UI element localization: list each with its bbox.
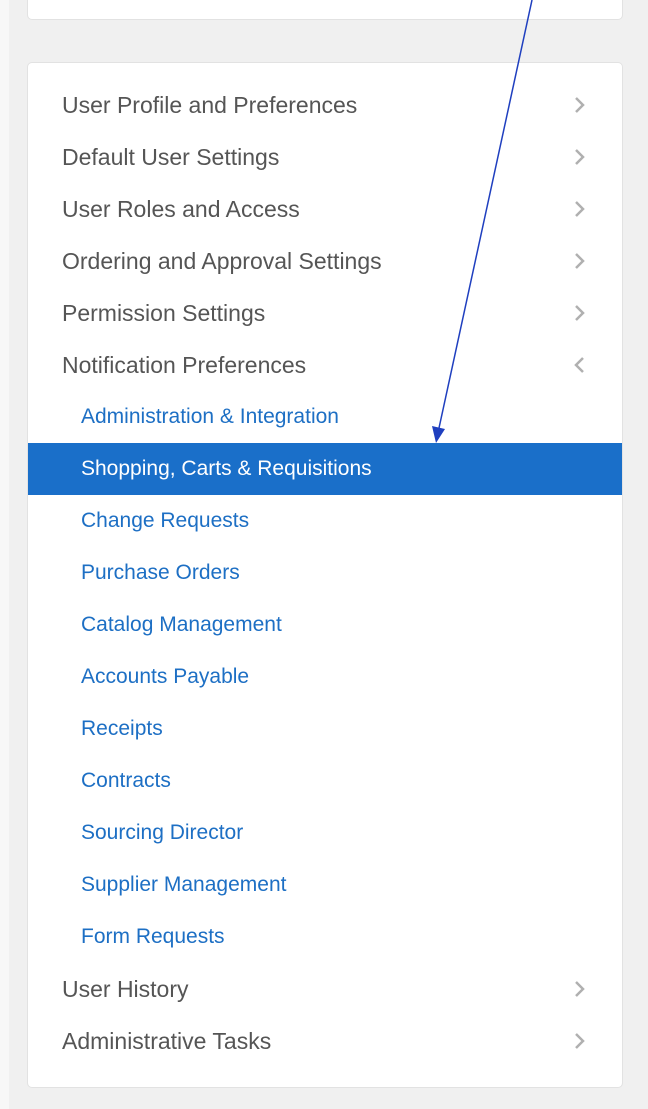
subnav-item-supplier-management[interactable]: Supplier Management <box>28 859 622 911</box>
chevron-right-icon <box>570 131 590 183</box>
subnav-item-label: Administration & Integration <box>81 405 339 428</box>
subnav-item-change-requests[interactable]: Change Requests <box>28 495 622 547</box>
chevron-left-icon <box>570 339 590 391</box>
chevron-right-icon <box>570 1015 590 1067</box>
subnav-item-label: Supplier Management <box>81 873 287 896</box>
nav-item-user-roles-and-access[interactable]: User Roles and Access <box>28 183 622 235</box>
nav-item-ordering-and-approval-settings[interactable]: Ordering and Approval Settings <box>28 235 622 287</box>
nav-item-administrative-tasks[interactable]: Administrative Tasks <box>28 1015 622 1067</box>
nav-item-label: Notification Preferences <box>62 352 307 378</box>
chevron-right-icon <box>570 235 590 287</box>
nav-item-label: User Profile and Preferences <box>62 92 358 118</box>
subnav-item-contracts[interactable]: Contracts <box>28 755 622 807</box>
subnav-item-label: Sourcing Director <box>81 821 244 844</box>
subnav-item-label: Form Requests <box>81 925 225 948</box>
chevron-right-icon <box>570 287 590 339</box>
nav-item-notification-preferences[interactable]: Notification Preferences <box>28 339 622 391</box>
subnav-item-administration-integration[interactable]: Administration & Integration <box>28 391 622 443</box>
subnav-item-shopping-carts-requisitions[interactable]: Shopping, Carts & Requisitions <box>28 443 622 495</box>
subnav-item-label: Shopping, Carts & Requisitions <box>81 457 372 480</box>
page-left-edge <box>0 0 9 1109</box>
subnav-item-accounts-payable[interactable]: Accounts Payable <box>28 651 622 703</box>
top-panel <box>27 0 623 20</box>
nav-item-label: Administrative Tasks <box>62 1028 272 1054</box>
nav-item-label: Default User Settings <box>62 144 280 170</box>
nav-item-label: Permission Settings <box>62 300 266 326</box>
subnav-item-purchase-orders[interactable]: Purchase Orders <box>28 547 622 599</box>
nav-item-label: Ordering and Approval Settings <box>62 248 382 274</box>
nav-item-default-user-settings[interactable]: Default User Settings <box>28 131 622 183</box>
subnav-item-label: Purchase Orders <box>81 561 240 584</box>
subnav-item-label: Accounts Payable <box>81 665 250 688</box>
chevron-right-icon <box>570 183 590 235</box>
nav-item-label: User History <box>62 976 189 1002</box>
settings-nav-menu: User Profile and Preferences Default Use… <box>28 79 622 1067</box>
subnav-item-form-requests[interactable]: Form Requests <box>28 911 622 963</box>
subnav-item-receipts[interactable]: Receipts <box>28 703 622 755</box>
nav-item-user-history[interactable]: User History <box>28 963 622 1015</box>
chevron-right-icon <box>570 963 590 1015</box>
subnav-item-sourcing-director[interactable]: Sourcing Director <box>28 807 622 859</box>
nav-item-label: User Roles and Access <box>62 196 300 222</box>
subnav-item-catalog-management[interactable]: Catalog Management <box>28 599 622 651</box>
subnav-item-label: Change Requests <box>81 509 250 532</box>
chevron-right-icon <box>570 79 590 131</box>
subnav-item-label: Contracts <box>81 769 171 792</box>
nav-item-permission-settings[interactable]: Permission Settings <box>28 287 622 339</box>
subnav-item-label: Catalog Management <box>81 613 282 636</box>
subnav-item-label: Receipts <box>81 717 163 740</box>
settings-nav-panel: User Profile and Preferences Default Use… <box>27 62 623 1088</box>
nav-item-user-profile-and-preferences[interactable]: User Profile and Preferences <box>28 79 622 131</box>
